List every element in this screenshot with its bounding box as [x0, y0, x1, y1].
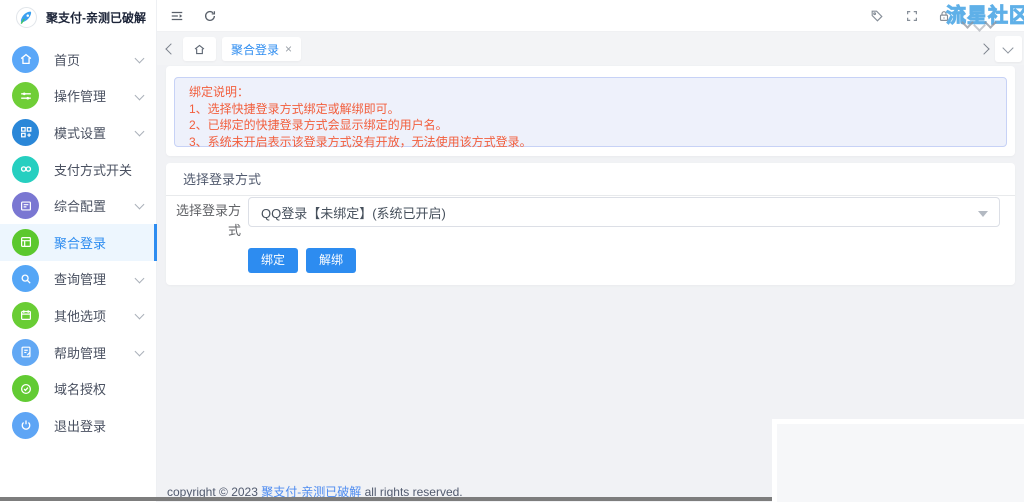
sidebar-item-help[interactable]: 帮助管理: [0, 334, 157, 371]
bottom-scrollbar[interactable]: [0, 497, 772, 501]
home-icon: [12, 46, 39, 73]
sidebar-item-label: 模式设置: [54, 123, 106, 142]
config-icon: [12, 192, 39, 219]
check-icon: [12, 375, 39, 402]
calendar-icon: [12, 302, 39, 329]
chevron-down-icon: [135, 310, 145, 320]
sidebar-item-payment-switch[interactable]: 支付方式开关: [0, 151, 157, 188]
sidebar-item-domain-auth[interactable]: 域名授权: [0, 370, 157, 407]
sidebar-item-query[interactable]: 查询管理: [0, 261, 157, 298]
notice-line: 3、系统未开启表示该登录方式没有开放，无法使用该方式登录。: [189, 134, 992, 151]
tab-label: 聚合登录: [231, 41, 279, 58]
login-method-card: 选择登录方式 选择登录方式 QQ登录【未绑定】(系统已开启) 绑定 解绑: [166, 163, 1015, 285]
sidebar-item-label: 退出登录: [54, 416, 106, 435]
collapse-sidebar-icon[interactable]: [170, 9, 184, 23]
field-label: 选择登录方式: [173, 201, 241, 241]
sidebar-item-label: 帮助管理: [54, 343, 106, 362]
notice-line: 1、选择快捷登录方式绑定或解绑即可。: [189, 101, 992, 118]
tag-icon[interactable]: [870, 9, 884, 23]
chevron-down-icon: [135, 127, 145, 137]
overlay-panel: [772, 419, 1024, 502]
switch-icon: [12, 156, 39, 183]
refresh-icon[interactable]: [203, 9, 217, 23]
home-tab-button[interactable]: [183, 37, 216, 61]
help-doc-icon: [12, 339, 39, 366]
chevron-down-icon: [135, 273, 145, 283]
grid-icon: [12, 119, 39, 146]
lock-icon[interactable]: [937, 9, 951, 23]
sidebar-item-label: 支付方式开关: [54, 160, 132, 179]
sidebar-item-label: 首页: [54, 50, 80, 69]
select-value: QQ登录【未绑定】(系统已开启): [261, 203, 446, 222]
card-title: 选择登录方式: [166, 163, 1015, 196]
sidebar-item-home[interactable]: 首页: [0, 41, 157, 78]
binding-notice: 绑定说明： 1、选择快捷登录方式绑定或解绑即可。 2、已绑定的快捷登录方式会显示…: [174, 77, 1007, 147]
tab-aggregate-login[interactable]: 聚合登录 ×: [222, 37, 301, 61]
sidebar: 聚支付-亲测已破解 首页 操作管理 模式设置: [0, 0, 157, 502]
sidebar-item-mode-settings[interactable]: 模式设置: [0, 114, 157, 151]
tabs-scroll-left-icon[interactable]: [165, 43, 176, 54]
chevron-down-icon: [135, 54, 145, 64]
fullscreen-icon[interactable]: [905, 9, 919, 23]
power-icon: [12, 412, 39, 439]
notice-card: 绑定说明： 1、选择快捷登录方式绑定或解绑即可。 2、已绑定的快捷登录方式会显示…: [166, 66, 1015, 156]
unbind-button[interactable]: 解绑: [306, 248, 356, 273]
sidebar-item-label: 聚合登录: [54, 233, 106, 252]
login-icon: [12, 229, 39, 256]
rocket-logo-icon: [16, 7, 37, 28]
close-tab-icon[interactable]: ×: [285, 43, 292, 55]
chevron-down-icon: [135, 200, 145, 210]
tabs-dropdown-button[interactable]: [995, 36, 1022, 62]
sidebar-item-label: 其他选项: [54, 306, 106, 325]
notice-line: 2、已绑定的快捷登录方式会显示绑定的用户名。: [189, 117, 992, 134]
notice-title: 绑定说明：: [189, 84, 992, 101]
login-method-select[interactable]: QQ登录【未绑定】(系统已开启): [248, 197, 1000, 227]
app-title: 聚支付-亲测已破解: [46, 9, 146, 26]
bind-button[interactable]: 绑定: [248, 248, 298, 273]
sidebar-item-general-config[interactable]: 综合配置: [0, 187, 157, 224]
chevron-down-icon: [135, 90, 145, 100]
search-icon: [12, 265, 39, 292]
tab-strip: 聚合登录 ×: [157, 32, 1024, 65]
tabs-scroll-right-icon[interactable]: [978, 43, 989, 54]
sidebar-item-label: 综合配置: [54, 196, 106, 215]
home-icon: [193, 43, 206, 56]
chevron-down-icon: [1002, 42, 1013, 53]
sidebar-item-logout[interactable]: 退出登录: [0, 407, 157, 444]
sidebar-item-label: 域名授权: [54, 379, 106, 398]
select-caret-icon: [978, 211, 988, 217]
topbar: [157, 0, 1024, 32]
sidebar-item-label: 查询管理: [54, 269, 106, 288]
sidebar-item-label: 操作管理: [54, 86, 106, 105]
sidebar-item-operations[interactable]: 操作管理: [0, 78, 157, 115]
sliders-icon: [12, 82, 39, 109]
app-logo-row[interactable]: 聚支付-亲测已破解: [0, 0, 157, 34]
sidebar-menu: 首页 操作管理 模式设置 支付方式开关: [0, 41, 157, 444]
sidebar-item-other-options[interactable]: 其他选项: [0, 297, 157, 334]
sidebar-item-aggregate-login[interactable]: 聚合登录: [0, 224, 157, 261]
chevron-down-icon: [135, 346, 145, 356]
